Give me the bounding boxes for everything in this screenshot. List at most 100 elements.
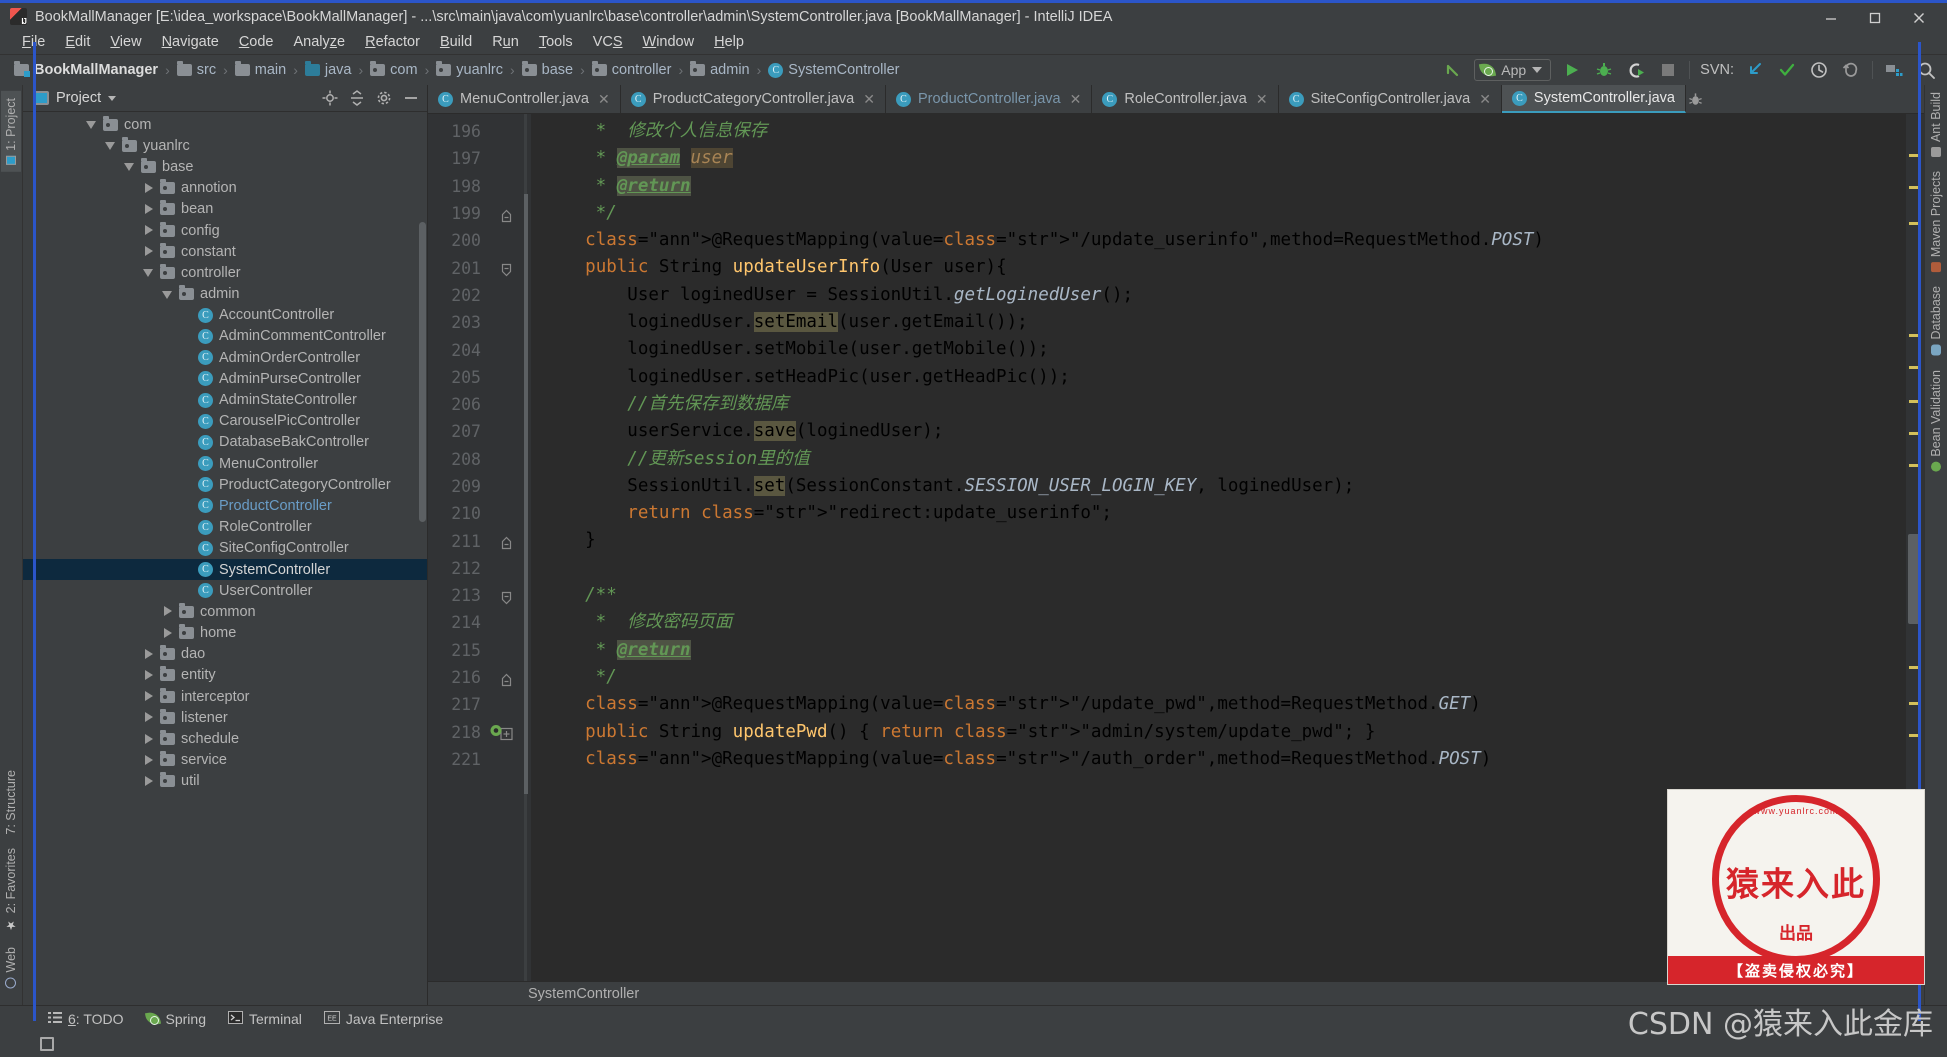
tree-item-entity[interactable]: entity (23, 665, 427, 686)
sidebar-item-database[interactable]: Database (1926, 279, 1946, 363)
close-icon[interactable]: ✕ (1479, 91, 1491, 108)
code-line-199[interactable]: */ (531, 200, 1906, 227)
run-play-icon[interactable] (1561, 59, 1583, 81)
bottom-item-java-enterprise[interactable]: EE Java Enterprise (323, 1010, 443, 1027)
sidebar-item-bean-validation[interactable]: Bean Validation (1926, 363, 1946, 479)
chevron-down-icon[interactable] (105, 140, 116, 151)
menu-refactor[interactable]: Refactor (355, 32, 430, 52)
code-line-207[interactable]: userService.save(loginedUser); (531, 418, 1906, 445)
project-tree-scrollbar[interactable] (419, 222, 426, 522)
tree-item-interceptor[interactable]: interceptor (23, 686, 427, 707)
editor-tab-productcategorycontroller[interactable]: C ProductCategoryController.java ✕ (620, 85, 886, 113)
tree-item-systemcontroller[interactable]: C SystemController (23, 558, 427, 581)
project-structure-icon[interactable] (1883, 59, 1905, 81)
vcs-history-clock-icon[interactable] (1808, 59, 1830, 81)
vcs-rollback-icon[interactable] (1840, 59, 1862, 81)
editor-tab-menucontroller[interactable]: C MenuController.java ✕ (428, 85, 621, 113)
close-icon[interactable]: ✕ (598, 91, 610, 108)
chevron-right-icon[interactable] (143, 203, 154, 215)
close-button[interactable] (1897, 3, 1941, 33)
editor-tab-rolecontroller[interactable]: C RoleController.java ✕ (1092, 85, 1279, 113)
tree-item-bean[interactable]: bean (23, 199, 427, 220)
toggle-toolwindows-icon[interactable] (40, 1037, 54, 1051)
run-with-coverage-icon[interactable] (1625, 59, 1647, 81)
minimize-button[interactable] (1809, 3, 1853, 33)
code-line-214[interactable]: * 修改密码页面 (531, 609, 1906, 636)
breadcrumb-item-base[interactable]: base (520, 61, 575, 79)
close-icon[interactable]: ✕ (1256, 91, 1268, 108)
tree-item-config[interactable]: config (23, 220, 427, 241)
scroll-from-source-icon[interactable] (320, 88, 340, 108)
code-line-210[interactable]: return class="str">"redirect:update_user… (531, 500, 1906, 527)
sidebar-item-structure[interactable]: 7: Structure (1, 763, 21, 842)
breadcrumb-item-systemcontroller[interactable]: C SystemController (766, 61, 901, 79)
chevron-right-icon[interactable] (143, 648, 154, 660)
sidebar-item-maven-projects[interactable]: Maven Projects (1926, 164, 1946, 279)
chevron-right-icon[interactable] (143, 775, 154, 787)
tree-item-siteconfigcontroller[interactable]: C SiteConfigController (23, 538, 427, 559)
tree-item-service[interactable]: service (23, 750, 427, 771)
close-icon[interactable]: ✕ (1070, 91, 1082, 108)
bottom-item-spring[interactable]: Spring (146, 1011, 206, 1027)
menu-code[interactable]: Code (229, 32, 284, 52)
tree-item-productcontroller[interactable]: C ProductController (23, 495, 427, 516)
stop-square-icon[interactable] (1657, 59, 1679, 81)
code-line-218[interactable]: public String updatePwd() { return class… (531, 719, 1906, 746)
code-line-212[interactable] (531, 555, 1906, 582)
breadcrumb-item-admin[interactable]: admin (688, 61, 752, 79)
menu-analyze[interactable]: Analyze (284, 32, 356, 52)
breadcrumb-item-main[interactable]: main (233, 61, 288, 79)
chevron-right-icon[interactable] (143, 712, 154, 723)
tree-item-common[interactable]: common (23, 601, 427, 622)
tree-item-usercontroller[interactable]: C UserController (23, 580, 427, 601)
chevron-down-icon[interactable] (162, 289, 173, 300)
tree-item-adminordercontroller[interactable]: C AdminOrderController (23, 347, 427, 368)
code-line-196[interactable]: * 修改个人信息保存 (531, 118, 1906, 145)
editor-tab-siteconfigcontroller[interactable]: C SiteConfigController.java ✕ (1278, 85, 1502, 113)
breadcrumb-item-yuanlrc[interactable]: yuanlrc (434, 61, 505, 79)
fold-collapse-end-icon[interactable] (500, 671, 513, 686)
code-line-202[interactable]: User loginedUser = SessionUtil.getLogine… (531, 282, 1906, 309)
fold-collapse-end-icon[interactable] (500, 535, 513, 550)
tree-item-controller[interactable]: controller (23, 262, 427, 283)
chevron-down-icon[interactable] (124, 161, 135, 172)
collapse-all-icon[interactable] (347, 88, 367, 108)
tree-item-accountcontroller[interactable]: C AccountController (23, 305, 427, 326)
editor-tab-systemcontroller[interactable]: C SystemController.java (1501, 85, 1686, 113)
menu-help[interactable]: Help (704, 32, 754, 52)
menu-navigate[interactable]: Navigate (152, 32, 229, 52)
tree-item-rolecontroller[interactable]: C RoleController (23, 517, 427, 538)
tree-item-yuanlrc[interactable]: yuanlrc (23, 135, 427, 156)
sidebar-item-web[interactable]: Web (1, 940, 21, 995)
tree-item-dao[interactable]: dao (23, 644, 427, 665)
maximize-button[interactable] (1853, 3, 1897, 33)
chevron-down-icon[interactable] (108, 95, 117, 101)
sidebar-item-ant-build[interactable]: Ant Build (1926, 85, 1946, 164)
vcs-commit-checkmark-icon[interactable] (1776, 59, 1798, 81)
editor-tab-productcontroller[interactable]: C ProductController.java ✕ (885, 85, 1093, 113)
sidebar-item-favorites[interactable]: ★ 2: Favorites (1, 841, 21, 939)
chevron-right-icon[interactable] (143, 225, 154, 236)
menu-edit[interactable]: Edit (55, 32, 100, 52)
tree-item-menucontroller[interactable]: C MenuController (23, 453, 427, 474)
tree-item-carouselpiccontroller[interactable]: C CarouselPicController (23, 411, 427, 432)
bottom-item-terminal[interactable]: Terminal (227, 1010, 302, 1027)
tree-item-annotion[interactable]: annotion (23, 178, 427, 199)
vcs-update-icon[interactable] (1744, 59, 1766, 81)
sidebar-item-project[interactable]: 1: Project (1, 91, 21, 172)
code-line-200[interactable]: class="ann">@RequestMapping(value=class=… (531, 227, 1906, 254)
run-configuration-selector[interactable]: App (1474, 59, 1552, 81)
fold-collapse-start-icon[interactable] (500, 262, 513, 277)
chevron-down-icon[interactable] (86, 119, 97, 130)
code-line-203[interactable]: loginedUser.setEmail(user.getEmail()); (531, 309, 1906, 336)
tree-item-listener[interactable]: listener (23, 707, 427, 728)
breadcrumb-item-com[interactable]: com (368, 61, 419, 79)
undo-arrow-icon[interactable] (1442, 59, 1464, 81)
code-line-208[interactable]: //更新session里的值 (531, 446, 1906, 473)
fold-collapse-start-icon[interactable] (500, 589, 513, 605)
menu-window[interactable]: Window (633, 32, 705, 52)
tree-item-schedule[interactable]: schedule (23, 728, 427, 749)
code-line-204[interactable]: loginedUser.setMobile(user.getMobile()); (531, 336, 1906, 363)
code-line-217[interactable]: class="ann">@RequestMapping(value=class=… (531, 691, 1906, 718)
chevron-right-icon[interactable] (143, 182, 154, 194)
